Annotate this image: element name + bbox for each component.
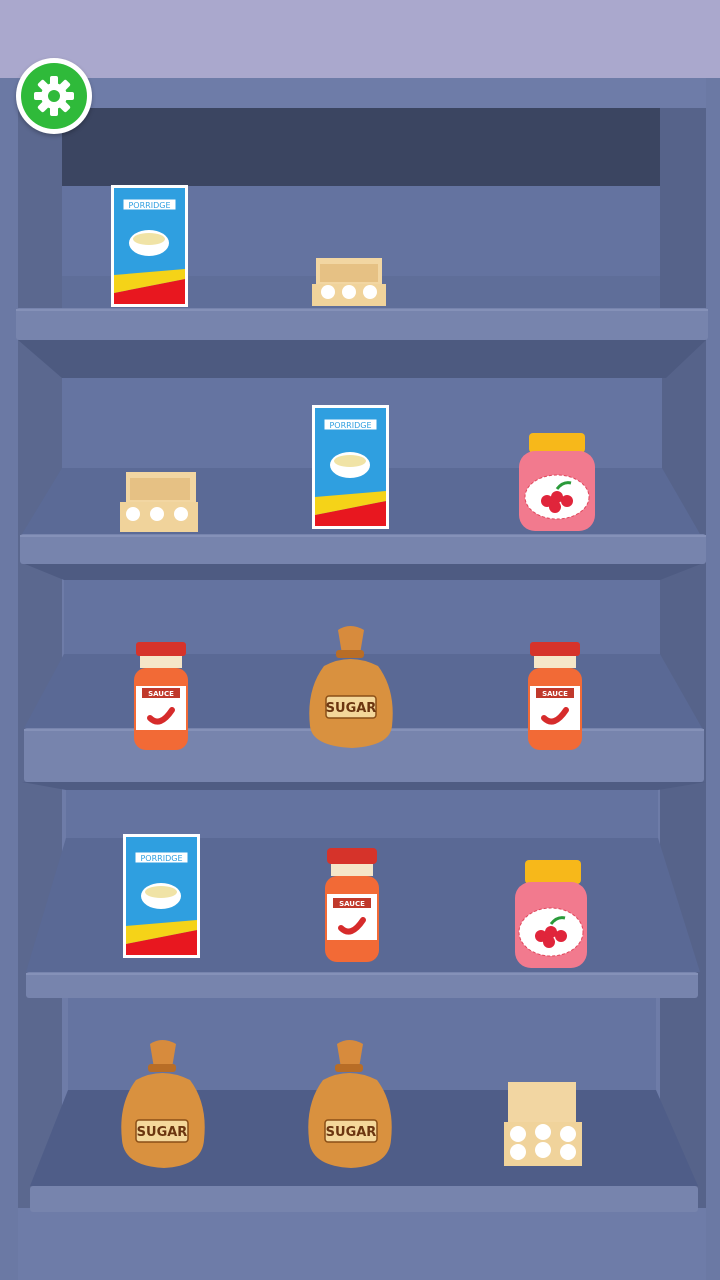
left-side-panel — [18, 108, 62, 1208]
porridge-box[interactable]: PORRIDGE — [123, 834, 200, 958]
porridge-label: PORRIDGE — [329, 421, 371, 430]
hot-sauce-jar[interactable]: SAUCE — [528, 642, 582, 750]
jam-jar[interactable] — [519, 433, 595, 531]
porridge-label: PORRIDGE — [128, 201, 170, 210]
shelf-board-4 — [26, 972, 698, 998]
jam-jar[interactable] — [515, 860, 587, 968]
sugar-label: SUGAR — [137, 1125, 188, 1140]
gear-icon — [34, 76, 74, 116]
egg-carton[interactable] — [504, 1082, 582, 1166]
shelf-board-2 — [20, 534, 706, 564]
sauce-label: SAUCE — [542, 690, 568, 698]
compartment-back-4 — [66, 790, 658, 838]
sauce-label: SAUCE — [339, 900, 365, 908]
compartment-ceiling-2 — [18, 340, 706, 378]
egg-carton[interactable] — [120, 472, 198, 532]
egg-carton[interactable] — [312, 258, 386, 306]
sugar-label: SUGAR — [326, 1125, 377, 1140]
sauce-label: SAUCE — [148, 690, 174, 698]
right-post — [706, 78, 720, 1280]
porridge-label: PORRIDGE — [140, 854, 182, 863]
compartment-ceiling-3 — [20, 562, 706, 580]
settings-button[interactable] — [16, 58, 92, 134]
sugar-label: SUGAR — [326, 701, 377, 716]
settings-button-face[interactable] — [21, 63, 87, 129]
cabinet-top — [18, 108, 706, 186]
porridge-box[interactable]: PORRIDGE — [111, 185, 188, 307]
right-side-panel — [660, 108, 706, 1208]
shelf-board-1 — [16, 308, 708, 340]
porridge-box[interactable]: PORRIDGE — [312, 405, 389, 529]
compartment-ceiling-4 — [22, 782, 706, 790]
shelf-scene: PORRIDGE PORRIDGE SAUCE SUGAR SAUCE PORR… — [0, 0, 720, 1280]
left-post — [0, 78, 18, 1280]
hot-sauce-jar[interactable]: SAUCE — [325, 848, 379, 962]
shelf-board-5 — [30, 1186, 698, 1212]
hot-sauce-jar[interactable]: SAUCE — [134, 642, 188, 750]
